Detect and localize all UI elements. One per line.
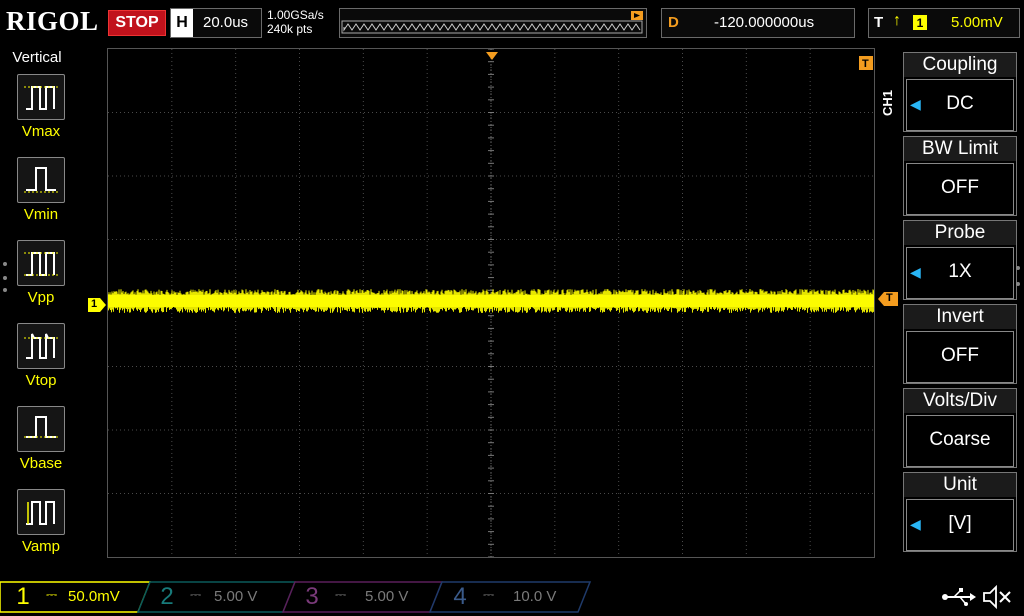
channel-number: 2 xyxy=(160,583,174,610)
channel-1-trace-core xyxy=(108,295,874,307)
menu-value-box: OFF xyxy=(906,331,1014,383)
menu-value-box: OFF xyxy=(906,163,1014,215)
menu-value: DC xyxy=(946,93,974,114)
menu-value-box: ◀ DC xyxy=(906,79,1014,131)
dc-coupling-icon: ⎓ xyxy=(335,586,347,602)
menu-invert[interactable]: Invert OFF xyxy=(903,304,1017,384)
scroll-dot-icon xyxy=(3,262,7,266)
menu-value-box: ◀ 1X xyxy=(906,247,1014,299)
memory-position-marker xyxy=(631,11,643,20)
menu-value: OFF xyxy=(941,177,979,198)
measure-vmax-button[interactable]: Vmax xyxy=(16,74,66,140)
menu-value: 1X xyxy=(948,261,972,282)
trigger-box[interactable]: T ↑ 1 5.00mV xyxy=(868,8,1020,38)
trigger-source-badge: 1 xyxy=(913,15,927,30)
channel-2-tab[interactable]: 2 ⎓ 5.00 V xyxy=(148,582,288,612)
measure-label: Vtop xyxy=(25,372,57,389)
trigger-level: 5.00mV xyxy=(951,14,1003,31)
menu-title: BW Limit xyxy=(904,137,1016,161)
dc-coupling-icon: ⎓ xyxy=(190,586,202,602)
trigger-offscreen-marker: T xyxy=(859,56,873,70)
status-icons xyxy=(940,583,1020,611)
measure-label: Vpp xyxy=(27,289,55,306)
menu-title: Coupling xyxy=(904,53,1016,77)
trigger-key: T xyxy=(874,14,884,31)
horizontal-key: H xyxy=(171,9,193,37)
vamp-icon xyxy=(17,489,65,535)
memory-overview-bar[interactable] xyxy=(339,8,647,38)
channel-number: 4 xyxy=(453,583,467,610)
menu-volts-div[interactable]: Volts/Div Coarse xyxy=(903,388,1017,468)
channel-scale: 5.00 V xyxy=(214,588,258,605)
menu-coupling[interactable]: Coupling ◀ DC xyxy=(903,52,1017,132)
sample-rate: 1.00GSa/s xyxy=(267,8,324,22)
waveform-display[interactable] xyxy=(107,48,875,558)
measure-vbase-button[interactable]: Vbase xyxy=(16,406,66,472)
usb-icon xyxy=(942,588,976,606)
measure-label: Vmax xyxy=(21,123,61,140)
memory-depth: 240k pts xyxy=(267,22,313,36)
channel-scale: 10.0 V xyxy=(513,588,557,605)
scroll-dot-icon xyxy=(1016,282,1020,286)
measure-vamp-button[interactable]: Vamp xyxy=(16,489,66,555)
vtop-icon xyxy=(17,323,65,369)
channel-number: 3 xyxy=(305,583,319,610)
menu-title: Volts/Div xyxy=(904,389,1016,413)
trigger-position-marker[interactable] xyxy=(486,47,498,60)
svg-text:T: T xyxy=(862,58,869,70)
measure-label: Vbase xyxy=(19,455,63,472)
brand-logo: RIGOL xyxy=(6,6,99,36)
vmax-icon xyxy=(17,74,65,120)
sample-info: 1.00GSa/s 240k pts xyxy=(267,8,324,36)
menu-value: Coarse xyxy=(929,429,991,450)
vpp-icon xyxy=(17,240,65,286)
speaker-muted-icon xyxy=(983,584,1011,610)
scroll-dot-icon xyxy=(3,288,7,292)
channel-menu-tag: CH1 xyxy=(880,89,895,116)
measure-vpp-button[interactable]: Vpp xyxy=(16,240,66,306)
menu-value: OFF xyxy=(941,345,979,366)
menu-title: Probe xyxy=(904,221,1016,245)
rising-edge-icon: ↑ xyxy=(893,12,901,29)
scroll-dot-icon xyxy=(1016,266,1020,270)
measure-label: Vmin xyxy=(23,206,59,223)
channel-1-offset-marker[interactable]: 1 xyxy=(88,298,106,312)
scroll-dot-icon xyxy=(3,276,7,280)
horizontal-timebase-box[interactable]: H 20.0us xyxy=(170,8,262,38)
measure-vtop-button[interactable]: Vtop xyxy=(16,323,66,389)
timebase-value: 20.0us xyxy=(203,14,249,31)
menu-bw-limit[interactable]: BW Limit OFF xyxy=(903,136,1017,216)
channel-4-tab[interactable]: 4 ⎓ 10.0 V xyxy=(441,582,581,612)
channel-number: 1 xyxy=(16,583,30,610)
delay-value: -120.000000us xyxy=(714,14,815,31)
menu-title: Invert xyxy=(904,305,1016,329)
dc-coupling-icon: ⎓ xyxy=(483,586,495,602)
menu-title: Unit xyxy=(904,473,1016,497)
vmin-icon xyxy=(17,157,65,203)
measure-label: Vamp xyxy=(21,538,61,555)
delay-key: D xyxy=(668,14,679,31)
run-stop-badge[interactable]: STOP xyxy=(108,10,166,36)
menu-probe[interactable]: Probe ◀ 1X xyxy=(903,220,1017,300)
measurement-category-title: Vertical xyxy=(12,49,62,66)
channel-scale: 50.0mV xyxy=(68,588,120,605)
measure-vmin-button[interactable]: Vmin xyxy=(16,157,66,223)
menu-value-box: Coarse xyxy=(906,415,1014,467)
channel-3-tab[interactable]: 3 ⎓ 5.00 V xyxy=(293,582,433,612)
memory-waveform-preview xyxy=(341,11,643,34)
channel-scale: 5.00 V xyxy=(365,588,409,605)
dc-coupling-icon: ⎓ xyxy=(46,586,58,602)
channel-1-tab[interactable]: 1 ⎓ 50.0mV xyxy=(4,582,144,612)
menu-unit[interactable]: Unit ◀ [V] xyxy=(903,472,1017,552)
graticule xyxy=(108,49,874,557)
delay-box[interactable]: D -120.000000us xyxy=(661,8,855,38)
menu-value-box: ◀ [V] xyxy=(906,499,1014,551)
vbase-icon xyxy=(17,406,65,452)
menu-value: [V] xyxy=(948,513,972,534)
